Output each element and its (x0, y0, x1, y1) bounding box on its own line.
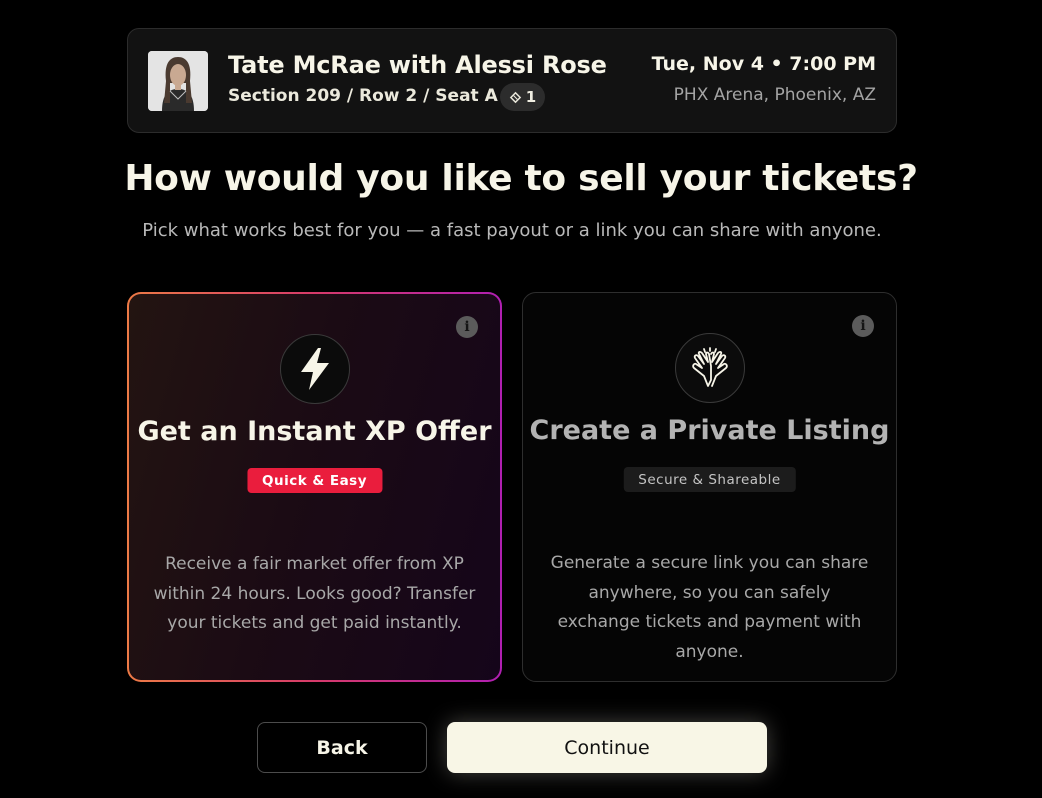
page-title: How would you like to sell your tickets? (124, 158, 918, 199)
artist-photo (148, 51, 208, 111)
info-icon[interactable]: i (852, 315, 874, 337)
high-five-icon (674, 333, 745, 403)
option-tag: Secure & Shareable (623, 467, 796, 492)
event-venue: PHX Arena, Phoenix, AZ (673, 85, 876, 105)
option-description: Generate a secure link you can share any… (550, 553, 869, 662)
ticket-count-badge: 1 (500, 83, 545, 111)
option-title: Get an Instant XP Offer (137, 416, 492, 447)
seat-info: Section 209 / Row 2 / Seat A (228, 86, 498, 106)
option-tag: Quick & Easy (246, 468, 383, 493)
ticket-count: 1 (525, 88, 537, 106)
option-private-listing[interactable]: i Create a Private Listing Secure & Shar… (522, 292, 897, 682)
option-title: Create a Private Listing (529, 415, 890, 446)
info-icon[interactable]: i (456, 316, 478, 338)
event-summary-card: Tate McRae with Alessi Rose Section 209 … (127, 28, 897, 133)
page-subtitle: Pick what works best for you — a fast pa… (142, 220, 882, 241)
event-title: Tate McRae with Alessi Rose (228, 51, 607, 79)
option-description: Receive a fair market offer from XP with… (153, 554, 476, 633)
event-date: Tue, Nov 4 • 7:00 PM (651, 53, 876, 75)
back-button[interactable]: Back (257, 722, 427, 773)
option-instant-offer[interactable]: i Get an Instant XP Offer Quick & Easy R… (127, 292, 502, 682)
ticket-icon (509, 91, 521, 103)
continue-button[interactable]: Continue (447, 722, 767, 773)
lightning-icon (279, 334, 350, 404)
